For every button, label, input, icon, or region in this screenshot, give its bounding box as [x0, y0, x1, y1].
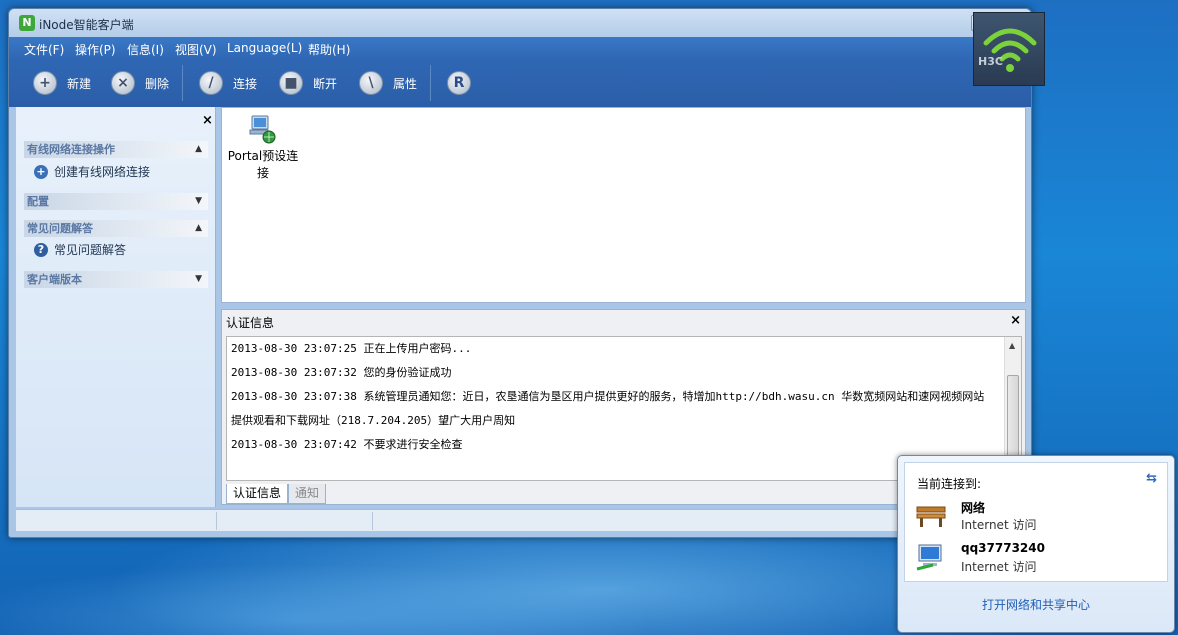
log-line: 2013-08-30 23:07:32 您的身份验证成功 — [231, 366, 452, 379]
open-network-center-link[interactable]: 打开网络和共享中心 — [898, 596, 1174, 613]
log-line: 2013-08-30 23:07:38 系统管理员通知您：近日，农垦通信为垦区用… — [231, 390, 985, 403]
menu-operation[interactable]: 操作(P) — [75, 41, 116, 58]
auth-panel-title: 认证信息 — [226, 316, 275, 330]
network-list: 当前连接到: ⇆ 网络 Internet 访问 qq37773240 Inter… — [904, 462, 1168, 582]
status-segment — [217, 512, 373, 530]
auth-panel-close-icon[interactable]: × — [1010, 313, 1021, 328]
delete-button[interactable]: × 删除 — [111, 69, 169, 97]
disconnect-label: 断开 — [313, 76, 338, 91]
network-status: Internet 访问 — [961, 518, 1037, 532]
item-label: 创建有线网络连接 — [54, 165, 151, 179]
menu-language[interactable]: Language(L) — [227, 41, 302, 55]
stop-icon: ■ — [279, 71, 303, 95]
connection-list: Portal预设连接 — [221, 107, 1026, 303]
disconnect-button[interactable]: ■ 断开 — [279, 69, 337, 97]
inode-logo-icon: N — [19, 15, 35, 31]
tab-auth-info[interactable]: 认证信息 — [226, 484, 289, 504]
plus-icon: + — [33, 71, 57, 95]
h3c-wifi-logo: H3C — [973, 12, 1045, 86]
toolbar: + 新建 × 删除 / 连接 ■ 断开 \ 属性 R — [9, 59, 1031, 107]
connect-label: 连接 — [233, 76, 258, 91]
x-icon: × — [111, 71, 135, 95]
section-title: 常见问题解答 — [27, 222, 93, 235]
network-computer-icon — [249, 115, 276, 144]
log-line: 提供观看和下载网址（218.7.204.205）望广大用户周知 — [231, 414, 516, 427]
current-connection-heading: 当前连接到: — [917, 477, 982, 491]
chevron-up-icon: ▲ — [195, 144, 202, 154]
help-icon: ? — [34, 242, 48, 257]
wifi-icon — [983, 28, 1037, 72]
chevron-down-icon: ▼ — [195, 196, 202, 206]
faq-link[interactable]: ? 常见问题解答 — [34, 241, 126, 258]
menu-info[interactable]: 信息(I) — [127, 41, 164, 58]
bench-network-icon — [916, 506, 946, 527]
connect-button[interactable]: / 连接 — [199, 69, 257, 97]
new-button[interactable]: + 新建 — [33, 69, 91, 97]
log-lines: 2013-08-30 23:07:25 正在上传用户密码... 2013-08-… — [231, 337, 1006, 457]
status-bar — [16, 509, 1026, 531]
section-header-config[interactable]: 配置 ▼ — [24, 193, 208, 210]
properties-label: 属性 — [393, 76, 418, 91]
create-wired-connection-link[interactable]: + 创建有线网络连接 — [34, 163, 150, 180]
log-line: 2013-08-30 23:07:42 不要求进行安全检查 — [231, 438, 463, 451]
toolbar-separator — [429, 65, 431, 101]
delete-label: 删除 — [145, 76, 170, 91]
inode-window: N iNode智能客户端 _ □ × 文件(F) 操作(P) 信息(I) 视图(… — [8, 8, 1032, 538]
menu-file[interactable]: 文件(F) — [24, 41, 64, 58]
auth-tabs: 认证信息 通知 — [226, 484, 327, 504]
computer-network-icon — [916, 544, 942, 571]
scroll-thumb[interactable] — [1007, 375, 1019, 457]
title-bar[interactable]: N iNode智能客户端 _ □ × — [9, 9, 1031, 37]
menu-help[interactable]: 帮助(H) — [308, 41, 350, 58]
section-title: 配置 — [27, 195, 49, 208]
section-header-wired-ops[interactable]: 有线网络连接操作 ▲ — [24, 141, 208, 158]
network-entry[interactable]: qq37773240 Internet 访问 — [915, 541, 1155, 575]
network-name: qq37773240 — [961, 541, 1045, 555]
network-name: 网络 — [961, 501, 986, 515]
plug-icon: / — [199, 71, 223, 95]
section-title: 客户端版本 — [27, 273, 82, 286]
refresh-icon[interactable]: ⇆ — [1146, 471, 1157, 486]
section-header-faq[interactable]: 常见问题解答 ▲ — [24, 220, 208, 237]
scroll-up-arrow-icon[interactable]: ▲ — [1009, 341, 1015, 350]
menu-bar: 文件(F) 操作(P) 信息(I) 视图(V) Language(L) 帮助(H… — [9, 37, 1031, 59]
menu-view[interactable]: 视图(V) — [175, 41, 217, 58]
properties-button[interactable]: \ 属性 — [359, 69, 417, 97]
item-label: 常见问题解答 — [54, 243, 127, 257]
network-entry[interactable]: 网络 Internet 访问 — [915, 499, 1155, 533]
h3c-brand-text: H3C — [978, 55, 1003, 68]
section-title: 有线网络连接操作 — [27, 143, 115, 156]
chevron-down-icon: ▼ — [195, 274, 202, 284]
network-status-popup: 当前连接到: ⇆ 网络 Internet 访问 qq37773240 Inter… — [897, 455, 1175, 633]
r-button[interactable]: R — [447, 69, 471, 97]
plus-circle-icon: + — [34, 164, 48, 179]
new-label: 新建 — [67, 76, 92, 91]
log-line: 2013-08-30 23:07:25 正在上传用户密码... — [231, 342, 472, 355]
status-segment — [16, 512, 217, 530]
left-task-panel: × 有线网络连接操作 ▲ + 创建有线网络连接 配置 ▼ 常见问题解答 ▲ ? … — [16, 107, 216, 507]
chevron-up-icon: ▲ — [195, 223, 202, 233]
wrench-icon: \ — [359, 71, 383, 95]
section-header-version[interactable]: 客户端版本 ▼ — [24, 271, 208, 288]
toolbar-separator — [181, 65, 183, 101]
window-title: iNode智能客户端 — [39, 18, 134, 32]
connection-label: Portal预设连接 — [227, 149, 299, 180]
r-icon: R — [447, 71, 471, 95]
left-panel-close-icon[interactable]: × — [202, 113, 213, 128]
tab-notice[interactable]: 通知 — [288, 484, 327, 504]
network-status: Internet 访问 — [961, 560, 1037, 574]
